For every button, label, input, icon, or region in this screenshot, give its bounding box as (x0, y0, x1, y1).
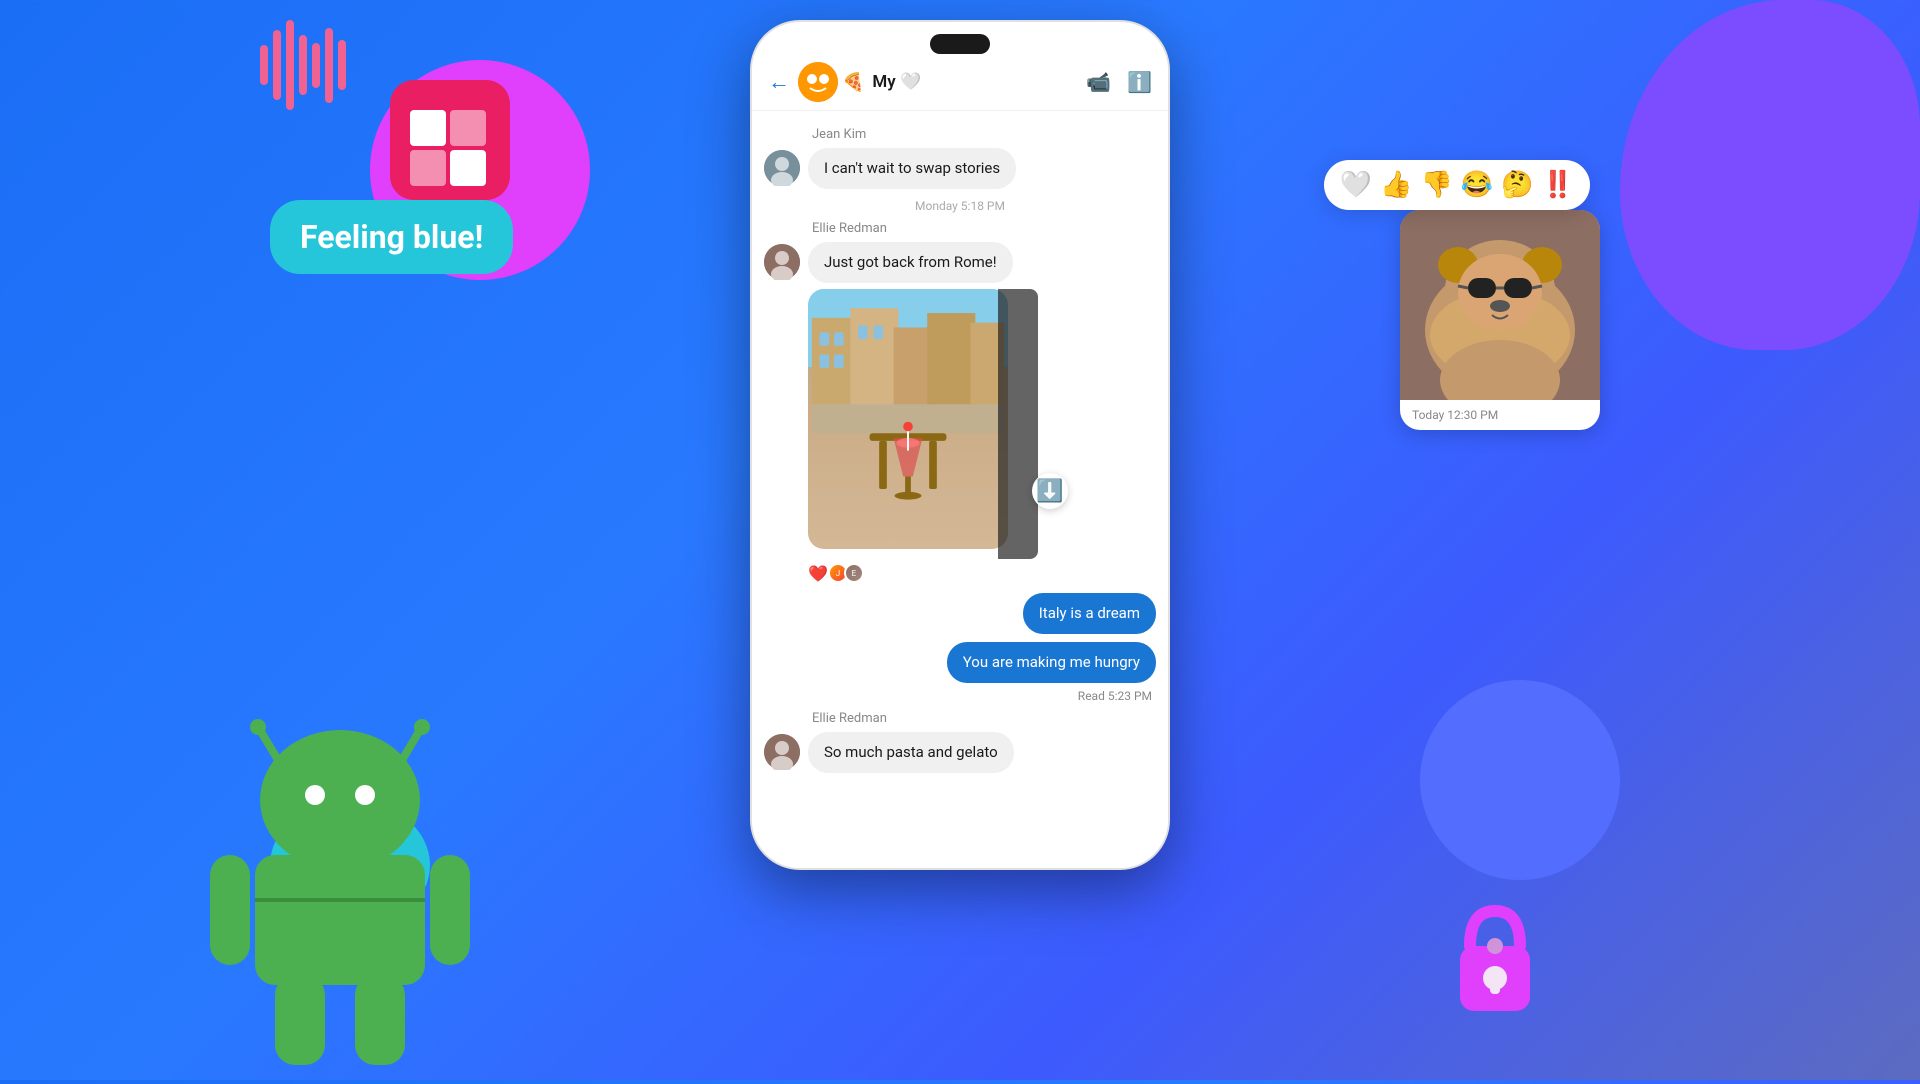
dog-widget: Today 12:30 PM (1400, 210, 1600, 430)
video-call-icon[interactable]: 📹 (1086, 70, 1111, 94)
rome-photo (808, 289, 1018, 559)
ellie-avatar-2 (764, 734, 800, 770)
info-icon[interactable]: ℹ️ (1127, 70, 1152, 94)
phone-notch (930, 34, 990, 54)
dog-timestamp: Today 12:30 PM (1400, 400, 1600, 430)
reaction-exclaim[interactable]: ‼️ (1542, 170, 1574, 200)
reaction-thumbsdown[interactable]: 👎 (1421, 170, 1453, 200)
message-bubble-rome: Just got back from Rome! (808, 242, 1013, 283)
pizza-emoji: 🍕 (842, 72, 864, 93)
sender-name-ellie2: Ellie Redman (812, 711, 1168, 726)
ellie-avatar (764, 244, 800, 280)
phone-frame: ← 🍕 My 🤍 📹 ℹ️ Jean Kim (750, 20, 1170, 870)
header-icons: 📹 ℹ️ (1086, 70, 1152, 94)
back-button[interactable]: ← (768, 69, 790, 95)
reaction-avatars: J E (832, 563, 864, 583)
message-row: I can't wait to swap stories (752, 146, 1168, 191)
jean-avatar (764, 150, 800, 186)
chat-body[interactable]: Jean Kim I can't wait to swap stories Mo… (752, 111, 1168, 870)
pasta-bubble: So much pasta and gelato (808, 732, 1014, 773)
feeling-blue-text: Feeling blue! (300, 218, 483, 256)
reaction-avatar-2: E (844, 563, 864, 583)
chat-header: ← 🍕 My 🤍 📹 ℹ️ (752, 54, 1168, 111)
photo-reactions: ❤️ J E (808, 563, 1152, 583)
chat-title: My 🤍 (872, 72, 1086, 92)
sender-name-jean: Jean Kim (812, 127, 1168, 142)
reaction-think[interactable]: 🤔 (1501, 170, 1533, 200)
android-mascot (200, 700, 480, 1080)
read-status: Read 5:23 PM (752, 689, 1152, 703)
dog-photo (1400, 210, 1600, 400)
message-row-right1: Italy is a dream (752, 591, 1168, 636)
timestamp-monday: Monday 5:18 PM (752, 199, 1168, 213)
heart-reaction: ❤️ (808, 564, 828, 583)
header-avatar (798, 62, 838, 102)
hungry-bubble: You are making me hungry (947, 642, 1156, 683)
message-row-pasta: So much pasta and gelato (752, 730, 1168, 775)
photo-message: ⬇️ ❤️ J E (808, 289, 1152, 583)
message-row-right2: You are making me hungry (752, 640, 1168, 685)
sender-name-ellie: Ellie Redman (812, 221, 1168, 236)
sound-wave-decoration (260, 20, 346, 110)
feeling-blue-bubble: Feeling blue! (270, 200, 513, 274)
bg-decoration-right (1620, 0, 1920, 350)
reaction-heart[interactable]: 🤍 (1340, 170, 1372, 200)
reaction-bar[interactable]: 🤍 👍 👎 😂 🤔 ‼️ (1324, 160, 1590, 210)
message-row-ellie: Just got back from Rome! (752, 240, 1168, 285)
bg-decoration-right2 (1420, 680, 1620, 880)
lock-decoration (1450, 896, 1540, 1020)
italy-dream-bubble: Italy is a dream (1023, 593, 1156, 634)
message-bubble: I can't wait to swap stories (808, 148, 1016, 189)
app-icon (390, 80, 510, 200)
reaction-thumbsup[interactable]: 👍 (1380, 170, 1412, 200)
download-button[interactable]: ⬇️ (1032, 473, 1068, 509)
reaction-laugh[interactable]: 😂 (1461, 170, 1493, 200)
